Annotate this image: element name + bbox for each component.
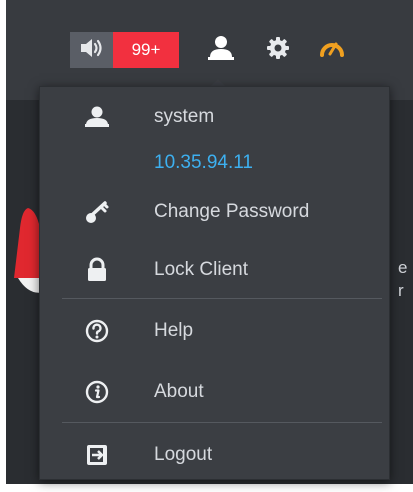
- about-label: About: [154, 381, 204, 402]
- user-dropdown-menu: system 10.35.94.11 Change Password Lock …: [39, 86, 390, 480]
- performance-button[interactable]: [312, 30, 352, 70]
- change-password-label: Change Password: [154, 201, 310, 222]
- lock-client-label: Lock Client: [154, 259, 248, 280]
- info-circle-icon: [84, 379, 110, 405]
- background-text-fragment: e: [398, 258, 408, 277]
- speaker-button[interactable]: [70, 32, 113, 68]
- logout-icon: [84, 442, 110, 468]
- key-icon: [84, 199, 110, 225]
- gauge-icon: [319, 37, 345, 63]
- user-icon: [84, 104, 110, 130]
- menu-divider: [62, 422, 382, 423]
- menu-item-lock-client[interactable]: Lock Client: [40, 250, 391, 290]
- username-label: system: [154, 106, 215, 127]
- settings-button[interactable]: [258, 30, 298, 70]
- gear-icon: [266, 36, 290, 64]
- menu-divider: [62, 298, 382, 299]
- menu-item-logout[interactable]: Logout: [40, 435, 391, 475]
- help-circle-icon: [84, 318, 110, 344]
- menu-item-change-password[interactable]: Change Password: [40, 192, 391, 232]
- background-text-fragment: r: [398, 281, 404, 300]
- user-menu-button[interactable]: [201, 30, 241, 70]
- frame-edge: [0, 0, 6, 492]
- lock-icon: [84, 257, 110, 283]
- menu-user-row: system: [40, 97, 391, 137]
- logout-label: Logout: [154, 444, 213, 465]
- user-icon: [207, 35, 235, 65]
- ip-address-label: 10.35.94.11: [154, 152, 253, 173]
- speaker-icon: [79, 37, 105, 63]
- menu-item-help[interactable]: Help: [40, 311, 391, 351]
- menu-ip-row: 10.35.94.11: [40, 143, 391, 183]
- notification-badge[interactable]: 99+: [113, 32, 179, 68]
- frame-edge: [0, 484, 413, 492]
- menu-item-about[interactable]: About: [40, 372, 391, 412]
- help-label: Help: [154, 320, 194, 341]
